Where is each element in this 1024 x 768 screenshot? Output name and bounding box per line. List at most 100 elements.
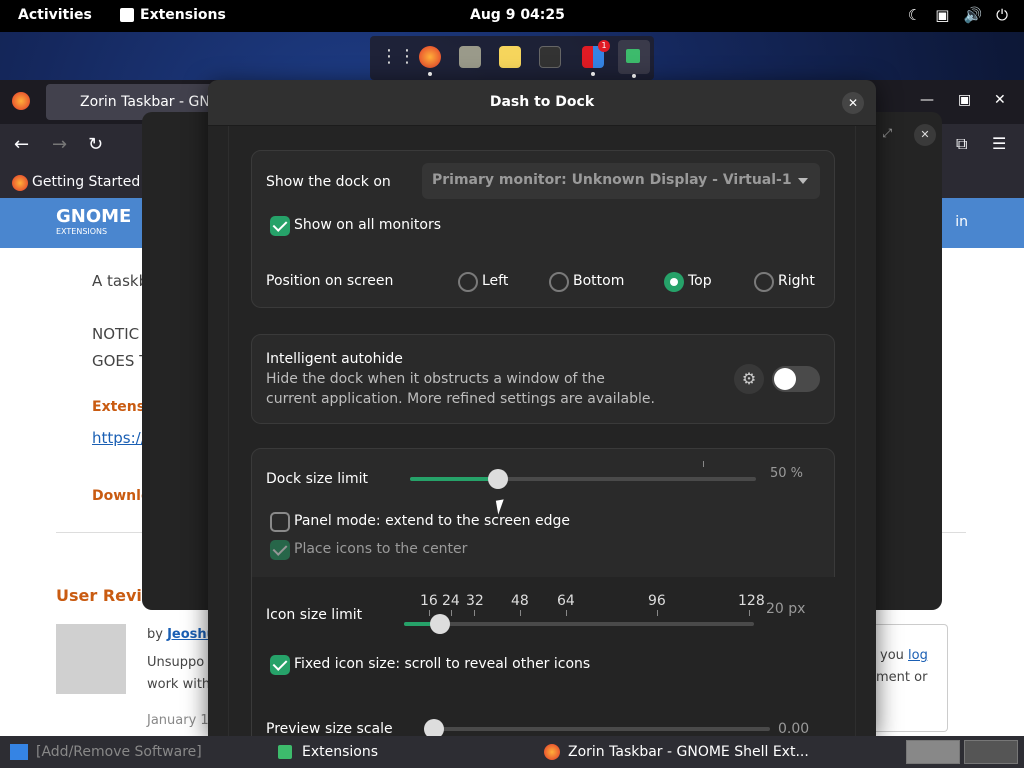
review-text: work with <box>147 677 211 692</box>
login-notice-text: ment or <box>876 670 928 685</box>
show-all-monitors-checkbox[interactable] <box>270 216 290 236</box>
icon-size-tick <box>520 610 521 616</box>
reload-icon[interactable]: ↻ <box>88 134 103 155</box>
position-bottom-radio[interactable] <box>549 272 569 292</box>
night-light-icon: ☾ <box>907 6 922 24</box>
expand-icon[interactable]: ⤢ <box>882 126 892 141</box>
close-button[interactable]: ✕ <box>842 92 864 114</box>
fixed-icon-size-label: Fixed icon size: scroll to reveal other … <box>294 656 591 672</box>
review-by: by Jeoshu <box>147 627 216 642</box>
autohide-toggle[interactable] <box>772 366 820 392</box>
center-icons-checkbox[interactable] <box>270 540 290 560</box>
position-right-label: Right <box>778 273 815 289</box>
position-left-radio[interactable] <box>458 272 478 292</box>
system-tray[interactable]: ☾ ▣ 🔊 ⏻ <box>908 6 1008 24</box>
show-dock-on-label: Show the dock on <box>266 174 391 190</box>
forward-icon[interactable]: → <box>52 134 67 155</box>
fixed-icon-size-checkbox[interactable] <box>270 655 290 675</box>
icon-size-mark: 48 <box>511 593 529 609</box>
puzzle-icon <box>278 745 292 759</box>
gear-icon: ⚙ <box>741 369 757 388</box>
position-top-radio[interactable] <box>664 272 684 292</box>
icon-size-mark: 128 <box>738 593 765 609</box>
position-top-label: Top <box>688 273 712 289</box>
panel-mode-label: Panel mode: extend to the screen edge <box>294 513 570 529</box>
tab-title: Zorin Taskbar - GNC <box>80 94 216 110</box>
taskbar-item-browser[interactable]: Zorin Taskbar - GNOME Shell Ext... <box>568 736 809 768</box>
notice-text: NOTIC <box>92 325 140 343</box>
taskbar-item-extensions[interactable]: Extensions <box>302 736 378 768</box>
chevron-down-icon <box>798 178 808 184</box>
firefox-icon[interactable] <box>419 46 441 76</box>
clock[interactable]: Aug 9 04:25 <box>470 7 565 23</box>
icon-size-mark: 32 <box>466 593 484 609</box>
icon-size-tick <box>657 610 658 616</box>
position-left-label: Left <box>482 273 509 289</box>
icon-size-handle[interactable] <box>430 614 450 634</box>
menu-icon[interactable]: ☰ <box>992 134 1006 153</box>
icon-size-tick <box>474 610 475 616</box>
show-all-monitors-label: Show on all monitors <box>294 217 441 233</box>
apps-grid-icon[interactable]: ⋮⋮ <box>380 46 416 68</box>
icon-size-tick <box>749 610 750 616</box>
start-menu-icon[interactable] <box>10 744 28 760</box>
gnome-logo[interactable]: GNOME EXTENSIONS <box>56 206 131 236</box>
extensions-icon[interactable]: ⧉ <box>956 134 967 154</box>
position-label: Position on screen <box>266 273 394 289</box>
software-icon[interactable]: 1 <box>582 40 610 76</box>
dock: ⋮⋮ 1 <box>370 36 654 80</box>
autohide-description: current application. More refined settin… <box>266 391 655 407</box>
terminal-icon[interactable] <box>539 46 561 68</box>
close-icon: ✕ <box>847 96 859 110</box>
firefox-icon <box>12 175 28 191</box>
description-text: A taskb <box>92 272 149 290</box>
monitor-dropdown[interactable]: Primary monitor: Unknown Display - Virtu… <box>422 163 820 199</box>
icon-size-tick <box>566 610 567 616</box>
text-editor-icon[interactable] <box>499 46 521 68</box>
review-date: January 19 <box>147 713 217 728</box>
dock-size-label: Dock size limit <box>266 471 368 487</box>
preview-scale-value: 0.00 <box>778 721 810 736</box>
autohide-settings-button[interactable]: ⚙ <box>734 364 764 394</box>
panel-mode-checkbox[interactable] <box>270 512 290 532</box>
icon-size-slider[interactable] <box>404 622 754 626</box>
taskbar: [Add/Remove Software] Extensions Zorin T… <box>0 736 1024 768</box>
position-bottom-label: Bottom <box>573 273 625 289</box>
icon-size-mark: 24 <box>442 593 460 609</box>
close-icon[interactable]: ✕ <box>914 124 936 146</box>
taskbar-item-software[interactable]: [Add/Remove Software] <box>36 736 202 768</box>
files-icon[interactable] <box>459 46 481 68</box>
icon-size-tick <box>429 610 430 616</box>
icon-size-mark: 16 <box>420 593 438 609</box>
position-right-radio[interactable] <box>754 272 774 292</box>
back-icon[interactable]: ← <box>14 134 29 155</box>
settings-page[interactable]: Show the dock on Primary monitor: Unknow… <box>228 126 856 736</box>
icon-size-label: Icon size limit <box>266 607 363 623</box>
preview-scale-handle[interactable] <box>424 719 444 736</box>
maximize-icon[interactable]: ▣ <box>958 92 971 108</box>
close-icon[interactable]: ✕ <box>994 92 1006 108</box>
size-card: Dock size limit 50 % Panel mode: extend … <box>251 448 836 736</box>
minimize-icon[interactable]: — <box>920 92 934 108</box>
review-text: Unsuppo <box>147 655 205 670</box>
activities-button[interactable]: Activities <box>18 7 92 23</box>
log-link[interactable]: log <box>908 648 928 663</box>
dialog-title: Dash to Dock <box>489 94 595 110</box>
dock-size-handle[interactable] <box>488 469 508 489</box>
notice-text: GOES T <box>92 352 149 370</box>
notification-badge: 1 <box>598 40 610 52</box>
bookmark-getting-started[interactable]: Getting Started <box>32 174 140 190</box>
dock-size-fill <box>410 477 498 481</box>
icon-size-value: 20 px <box>766 601 806 617</box>
firefox-icon <box>544 744 560 760</box>
login-link[interactable]: in <box>955 214 968 230</box>
volume-icon: 🔊 <box>963 6 983 24</box>
preview-scale-slider[interactable] <box>424 727 770 731</box>
workspace-1[interactable] <box>906 740 960 764</box>
firefox-icon <box>12 92 30 110</box>
app-menu[interactable]: Extensions <box>120 7 226 23</box>
extensions-icon[interactable] <box>618 40 650 78</box>
icon-size-tick <box>451 610 452 616</box>
workspace-2[interactable] <box>964 740 1018 764</box>
autohide-title: Intelligent autohide <box>266 351 403 367</box>
